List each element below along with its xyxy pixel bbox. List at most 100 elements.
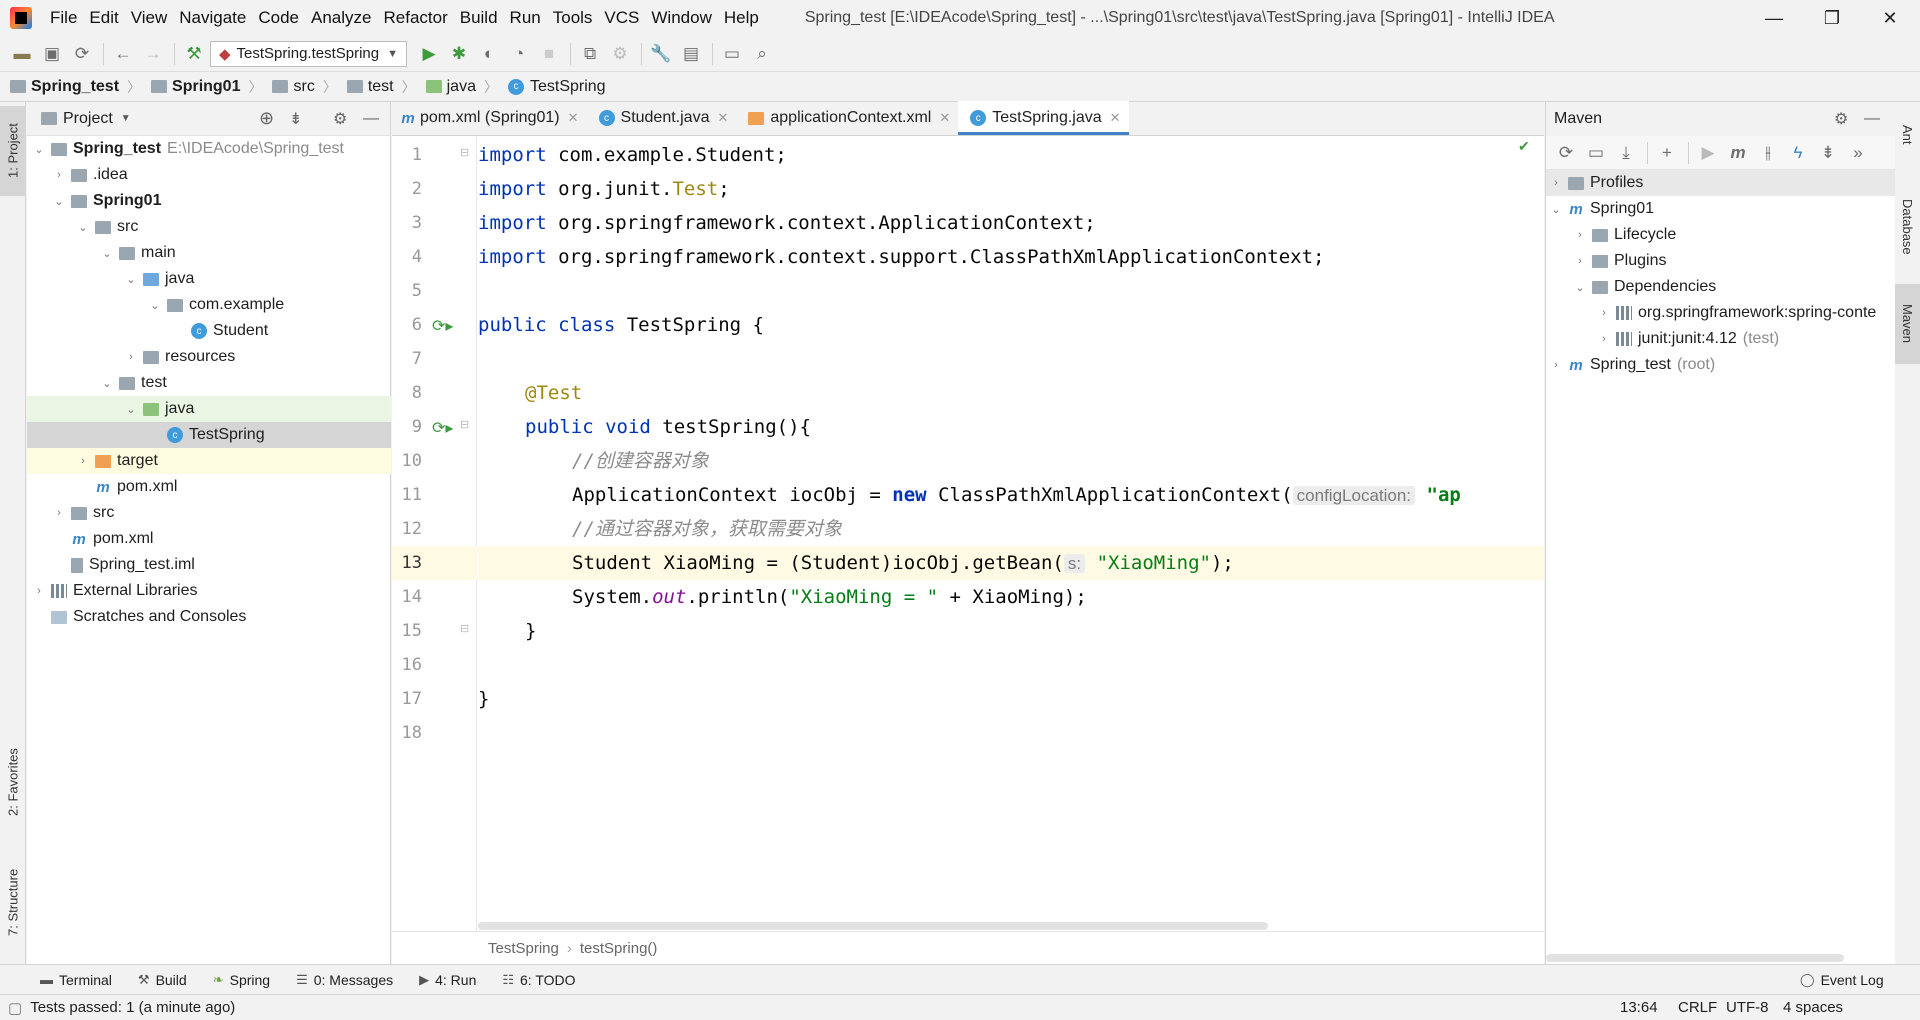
project-structure-icon[interactable]: ▤ xyxy=(677,40,705,68)
todo-tab[interactable]: ☷ 6: TODO xyxy=(502,972,575,988)
maven-tree-profiles[interactable]: › Profiles xyxy=(1546,170,1896,196)
maven-tree-junit[interactable]: › junit:junit:4.12 (test) xyxy=(1546,326,1896,352)
tree-item-scratches[interactable]: Scratches and Consoles xyxy=(27,604,391,630)
menu-help[interactable]: Help xyxy=(718,0,765,36)
tab-application-context[interactable]: applicationContext.xml ✕ xyxy=(736,101,958,135)
line-separator[interactable]: CRLF xyxy=(1678,999,1717,1016)
run-test-gutter-icon[interactable]: ⟳▸ xyxy=(432,316,453,336)
menu-navigate[interactable]: Navigate xyxy=(173,0,252,36)
project-tool-tab[interactable]: 1: Project xyxy=(0,106,26,196)
tree-item-main[interactable]: ⌄ main xyxy=(27,240,391,266)
code-area[interactable]: ✔ import com.example.Student; import org… xyxy=(478,136,1544,931)
maven-tree-dependencies[interactable]: ⌄ Dependencies xyxy=(1546,274,1896,300)
stop-icon[interactable]: ■ xyxy=(535,40,563,68)
menu-window[interactable]: Window xyxy=(645,0,717,36)
menu-vcs[interactable]: VCS xyxy=(598,0,645,36)
editor-breadcrumb-method[interactable]: testSpring() xyxy=(580,940,658,957)
execute-goal-icon[interactable]: m xyxy=(1724,139,1752,167)
fold-icon[interactable]: ⊟ xyxy=(460,146,469,159)
horizontal-scrollbar[interactable] xyxy=(1546,954,1844,962)
terminal-tab[interactable]: ▬ Terminal xyxy=(40,972,112,988)
breadcrumb-item[interactable]: src 〉 xyxy=(272,77,342,97)
messages-tab[interactable]: ☰ 0: Messages xyxy=(296,972,393,988)
project-panel-title[interactable]: Project xyxy=(63,110,113,128)
open-folder-icon[interactable]: ▬ xyxy=(8,40,36,68)
structure-tool-tab[interactable]: 7: Structure xyxy=(0,852,26,952)
tree-item-src[interactable]: ⌄ src xyxy=(27,214,391,240)
sync-icon[interactable]: ⟳ xyxy=(68,40,96,68)
settings-wrench-icon[interactable]: 🔧 xyxy=(647,40,675,68)
run-tab[interactable]: ▶ 4: Run xyxy=(419,972,476,988)
attach-debugger-icon[interactable]: ⚙ xyxy=(606,40,634,68)
maven-tree-plugins[interactable]: › Plugins xyxy=(1546,248,1896,274)
indent-setting[interactable]: 4 spaces xyxy=(1783,999,1843,1016)
profile-icon[interactable]: ◔ xyxy=(505,40,533,68)
maven-tree-spring-test[interactable]: › m Spring_test (root) xyxy=(1546,352,1896,378)
tab-testspring-java[interactable]: c TestSpring.java ✕ xyxy=(958,101,1129,135)
menu-analyze[interactable]: Analyze xyxy=(305,0,377,36)
database-tool-tab[interactable]: Database xyxy=(1895,182,1920,272)
event-log-tab[interactable]: ◯ Event Log xyxy=(1800,972,1884,988)
save-icon[interactable]: ▣ xyxy=(38,40,66,68)
menu-code[interactable]: Code xyxy=(252,0,305,36)
build-tab[interactable]: ⚒ Build xyxy=(138,972,187,988)
tab-student-java[interactable]: c Student.java ✕ xyxy=(587,101,737,135)
menu-refactor[interactable]: Refactor xyxy=(377,0,453,36)
breadcrumb-item[interactable]: c TestSpring xyxy=(507,78,606,96)
run-icon[interactable]: ▶ xyxy=(415,40,443,68)
tree-item-student[interactable]: c Student xyxy=(27,318,391,344)
favorites-tool-tab[interactable]: 2: Favorites xyxy=(0,732,26,832)
tree-item-external-libraries[interactable]: › External Libraries xyxy=(27,578,391,604)
maven-tool-tab[interactable]: Maven xyxy=(1895,284,1920,364)
menu-run[interactable]: Run xyxy=(504,0,547,36)
horizontal-scrollbar[interactable] xyxy=(478,922,1268,930)
minimize-button[interactable]: — xyxy=(1745,0,1803,36)
debug-icon[interactable]: ✱ xyxy=(445,40,473,68)
toggle-offline-icon[interactable]: ⫲ xyxy=(1754,139,1782,167)
close-icon[interactable]: ✕ xyxy=(1110,110,1121,126)
generate-sources-icon[interactable]: ▭ xyxy=(1582,139,1610,167)
menu-file[interactable]: File xyxy=(44,0,83,36)
caret-position[interactable]: 13:64 xyxy=(1620,999,1658,1016)
more-icon[interactable]: » xyxy=(1844,139,1872,167)
skip-tests-icon[interactable]: ϟ xyxy=(1784,139,1812,167)
run-test-gutter-icon[interactable]: ⟳▸ xyxy=(432,418,453,438)
menu-edit[interactable]: Edit xyxy=(83,0,124,36)
fold-icon[interactable]: ⊟ xyxy=(460,622,469,635)
collapse-all-icon[interactable]: ⇟ xyxy=(289,109,302,129)
collapse-all-icon[interactable]: ⇟ xyxy=(1814,139,1842,167)
breadcrumb-item[interactable]: test 〉 xyxy=(346,77,422,97)
breadcrumb-item[interactable]: Spring01 〉 xyxy=(151,77,268,97)
search-icon[interactable]: ⌕ xyxy=(748,40,776,68)
run-maven-icon[interactable]: ▶ xyxy=(1694,139,1722,167)
menu-build[interactable]: Build xyxy=(454,0,504,36)
breadcrumb-item[interactable]: Spring_test 〉 xyxy=(10,77,147,97)
spring-tab[interactable]: ❧ Spring xyxy=(213,972,270,988)
tree-item-iml[interactable]: Spring_test.iml xyxy=(27,552,391,578)
maven-tree-lifecycle[interactable]: › Lifecycle xyxy=(1546,222,1896,248)
editor-breadcrumb-class[interactable]: TestSpring xyxy=(488,940,559,957)
update-running-icon[interactable]: ⧉ xyxy=(576,40,604,68)
menu-tools[interactable]: Tools xyxy=(547,0,599,36)
file-encoding[interactable]: UTF-8 xyxy=(1726,999,1769,1016)
tree-item-com-example[interactable]: ⌄ com.example xyxy=(27,292,391,318)
gear-icon[interactable]: ⚙ xyxy=(1834,109,1848,129)
fold-icon[interactable]: ⊟ xyxy=(460,418,469,431)
back-icon[interactable]: ← xyxy=(109,40,137,68)
tree-item-spring-test[interactable]: ⌄ Spring_test E:\IDEAcode\Spring_test xyxy=(27,136,391,162)
terminal-window-icon[interactable]: ▭ xyxy=(718,40,746,68)
reload-icon[interactable]: ⟳ xyxy=(1552,139,1580,167)
tree-item-main-java[interactable]: ⌄ java xyxy=(27,266,391,292)
tree-item-test[interactable]: ⌄ test xyxy=(27,370,391,396)
add-icon[interactable]: + xyxy=(1653,139,1681,167)
status-toggle-icon[interactable]: ▢ xyxy=(8,999,22,1017)
tree-item-idea[interactable]: › .idea xyxy=(27,162,391,188)
breadcrumb-item[interactable]: java 〉 xyxy=(425,77,504,97)
status-message[interactable]: Tests passed: 1 (a minute ago) xyxy=(30,999,235,1016)
locate-icon[interactable]: ⊕ xyxy=(259,108,274,129)
tree-item-pom-spring01[interactable]: m pom.xml xyxy=(27,474,391,500)
hide-icon[interactable]: — xyxy=(1864,110,1880,128)
close-window-button[interactable]: ✕ xyxy=(1861,0,1919,36)
coverage-icon[interactable]: ◐ xyxy=(475,40,503,68)
tree-item-root-pom[interactable]: m pom.xml xyxy=(27,526,391,552)
